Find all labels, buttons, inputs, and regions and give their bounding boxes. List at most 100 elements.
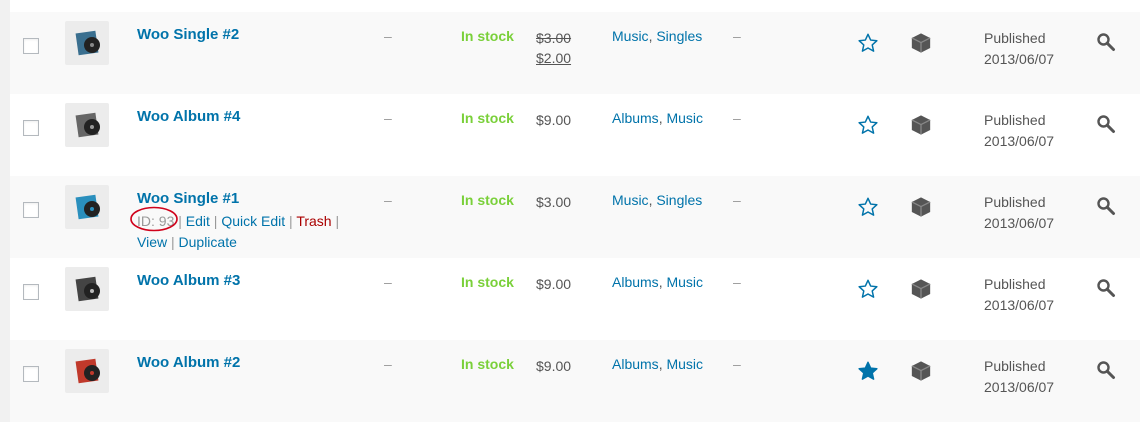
table-row: Woo Album #3 – In stock $9.00 Albums, Mu… <box>10 258 1140 340</box>
action-separator: | <box>335 213 340 229</box>
regular-price: $3.00 <box>536 30 572 46</box>
publish-status: Published <box>984 112 1046 128</box>
sku-value: – <box>384 192 392 208</box>
action-separator: | <box>170 234 175 250</box>
star-outline-icon[interactable] <box>857 32 879 54</box>
product-name-link[interactable]: Woo Single #2 <box>137 26 239 43</box>
category-link[interactable]: Singles <box>656 192 702 208</box>
star-outline-icon[interactable] <box>857 278 879 300</box>
category-link[interactable]: Albums <box>612 356 659 372</box>
box-icon <box>911 115 931 135</box>
sku-value: – <box>384 110 392 126</box>
sale-price: $2.00 <box>536 50 572 66</box>
category-link[interactable]: Albums <box>612 110 659 126</box>
box-icon <box>911 33 931 53</box>
publish-date: 2013/06/07 <box>984 51 1055 67</box>
table-row: Woo Single #2 – In stock $3.00 $2.00 Mus… <box>10 12 1140 94</box>
publish-status: Published <box>984 194 1046 210</box>
product-thumbnail[interactable] <box>65 185 109 229</box>
date-cell: Published 2013/06/07 <box>984 192 1054 234</box>
price-cell: $9.00 <box>536 276 572 292</box>
thumbnail-image <box>75 194 100 220</box>
row-checkbox[interactable] <box>23 120 39 136</box>
magnifier-icon[interactable] <box>1096 360 1116 380</box>
magnifier-icon[interactable] <box>1096 114 1116 134</box>
product-name-link[interactable]: Woo Album #4 <box>137 108 240 125</box>
category-link[interactable]: Albums <box>612 274 659 290</box>
categories-cell: Albums, Music <box>612 274 704 290</box>
product-name-link[interactable]: Woo Album #3 <box>137 272 240 289</box>
sku-value: – <box>384 28 392 44</box>
publish-status: Published <box>984 358 1046 374</box>
action-separator: | <box>289 213 293 229</box>
action-separator: | <box>178 213 182 229</box>
categories-cell: Music, Singles <box>612 28 703 44</box>
action-separator: | <box>213 213 218 229</box>
date-cell: Published 2013/06/07 <box>984 110 1054 152</box>
row-checkbox[interactable] <box>23 366 39 382</box>
thumbnail-image <box>75 112 100 138</box>
category-link[interactable]: Music <box>612 192 649 208</box>
category-link[interactable]: Music <box>612 28 649 44</box>
publish-status: Published <box>984 276 1046 292</box>
product-name-link[interactable]: Woo Album #2 <box>137 354 240 371</box>
star-filled-icon[interactable] <box>857 360 879 382</box>
price-cell: $3.00 $2.00 <box>536 28 571 68</box>
category-link[interactable]: Music <box>666 274 703 290</box>
table-row: Woo Album #4 – In stock $9.00 Albums, Mu… <box>10 94 1140 176</box>
magnifier-icon[interactable] <box>1096 32 1116 52</box>
date-cell: Published 2013/06/07 <box>984 274 1054 316</box>
magnifier-icon[interactable] <box>1096 196 1116 216</box>
table-row: Woo Album #2 – In stock $9.00 Albums, Mu… <box>10 340 1140 422</box>
magnifier-icon[interactable] <box>1096 278 1116 298</box>
thumbnail-image <box>75 30 100 56</box>
quick-edit-link[interactable]: Quick Edit <box>221 213 285 229</box>
row-checkbox[interactable] <box>23 202 39 218</box>
category-link[interactable]: Music <box>666 356 703 372</box>
price-cell: $9.00 <box>536 358 572 374</box>
box-icon <box>911 279 931 299</box>
price-cell: $3.00 <box>536 194 572 210</box>
publish-status: Published <box>984 30 1046 46</box>
tags-value: – <box>733 356 741 372</box>
product-thumbnail[interactable] <box>65 349 109 393</box>
date-cell: Published 2013/06/07 <box>984 28 1054 70</box>
table-row: Woo Single #1 ID: 93 | Edit | Quick Edit… <box>10 176 1140 258</box>
sku-value: – <box>384 274 392 290</box>
tags-value: – <box>733 28 741 44</box>
product-thumbnail[interactable] <box>65 267 109 311</box>
products-table: Woo Single #2 – In stock $3.00 $2.00 Mus… <box>10 0 1140 422</box>
box-icon <box>911 361 931 381</box>
row-checkbox[interactable] <box>23 284 39 300</box>
categories-cell: Music, Singles <box>612 192 703 208</box>
row-checkbox[interactable] <box>23 38 39 54</box>
row-actions: ID: 93 | Edit | Quick Edit | Trash | Vie… <box>130 206 357 253</box>
stock-status: In stock <box>461 28 514 44</box>
date-cell: Published 2013/06/07 <box>984 356 1054 398</box>
product-id: ID: 93 <box>137 213 175 229</box>
thumbnail-image <box>75 276 100 302</box>
stock-status: In stock <box>461 356 514 372</box>
duplicate-link[interactable]: Duplicate <box>179 234 237 250</box>
category-link[interactable]: Singles <box>656 28 702 44</box>
star-outline-icon[interactable] <box>857 196 879 218</box>
stock-status: In stock <box>461 192 514 208</box>
product-thumbnail[interactable] <box>65 21 109 65</box>
categories-cell: Albums, Music <box>612 110 704 126</box>
categories-cell: Albums, Music <box>612 356 704 372</box>
category-link[interactable]: Music <box>666 110 703 126</box>
thumbnail-image <box>75 358 100 384</box>
tags-value: – <box>733 110 741 126</box>
view-link[interactable]: View <box>137 234 167 250</box>
publish-date: 2013/06/07 <box>984 133 1055 149</box>
product-name-link[interactable]: Woo Single #1 <box>137 190 239 207</box>
star-outline-icon[interactable] <box>857 114 879 136</box>
price-cell: $9.00 <box>536 112 572 128</box>
stock-status: In stock <box>461 274 514 290</box>
trash-link[interactable]: Trash <box>296 213 331 229</box>
publish-date: 2013/06/07 <box>984 379 1055 395</box>
edit-link[interactable]: Edit <box>186 213 210 229</box>
box-icon <box>911 197 931 217</box>
product-thumbnail[interactable] <box>65 103 109 147</box>
stock-status: In stock <box>461 110 514 126</box>
